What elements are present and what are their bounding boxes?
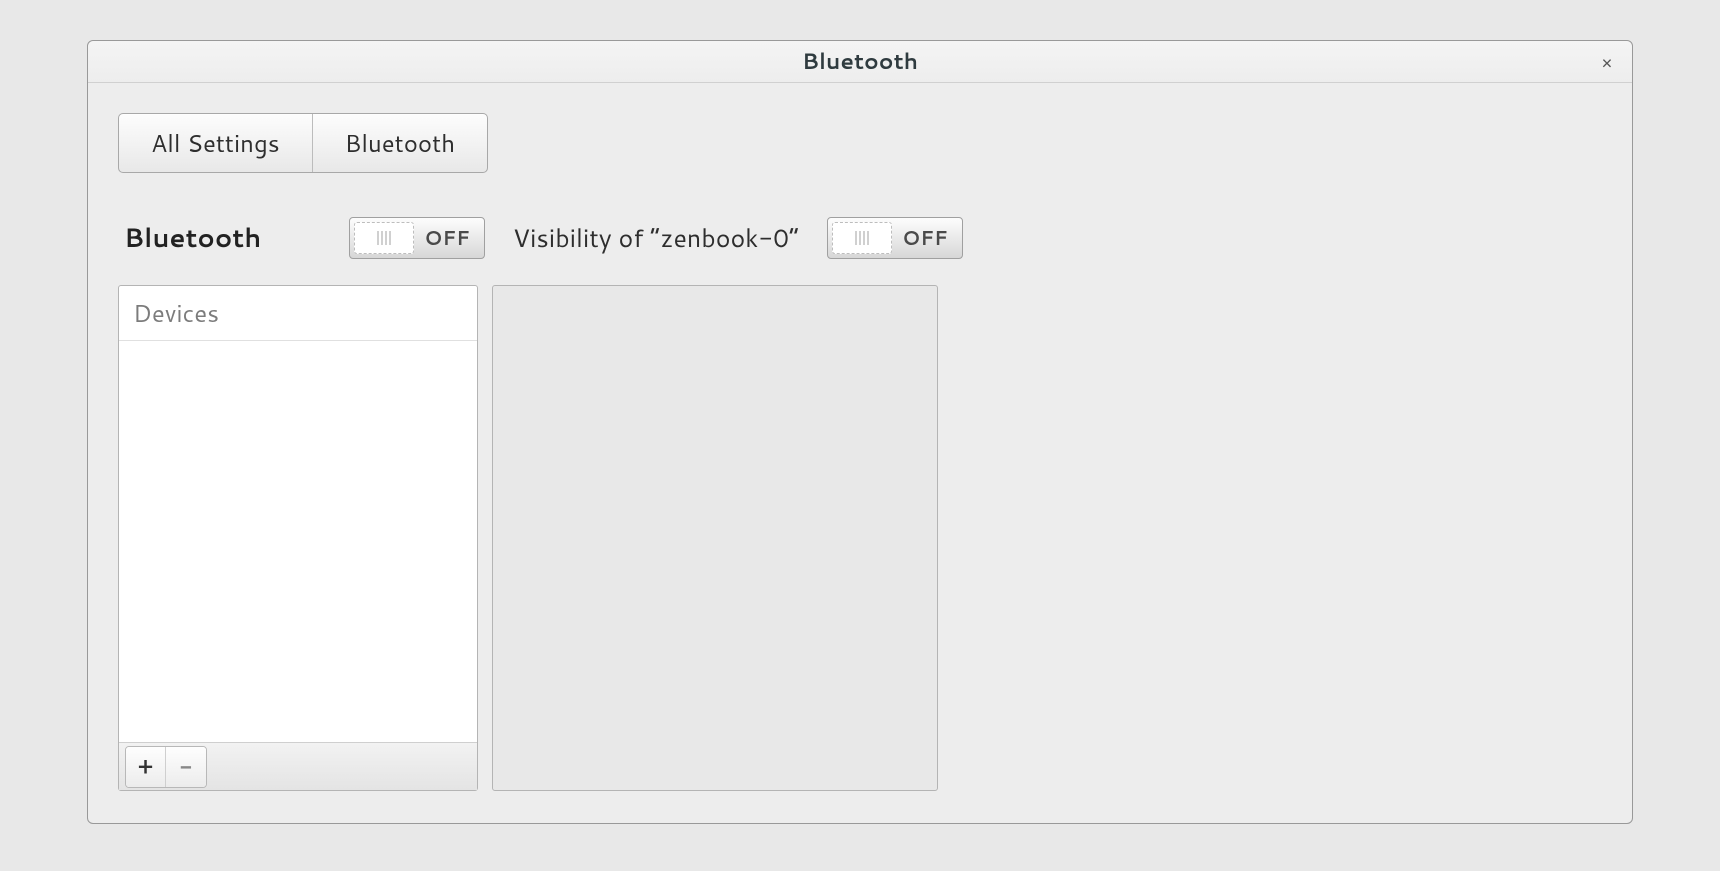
minus-icon: − [180, 751, 192, 782]
breadcrumb: All Settings Bluetooth [118, 113, 488, 173]
breadcrumb-all-settings[interactable]: All Settings [119, 114, 313, 172]
bluetooth-toggle[interactable]: OFF [349, 217, 485, 259]
controls-row: Bluetooth OFF Visibility of “zenbook-0” … [124, 217, 1602, 259]
devices-toolbar: + − [119, 742, 477, 790]
content-area: All Settings Bluetooth Bluetooth OFF Vis… [88, 83, 1632, 821]
toggle-handle-icon [832, 222, 892, 254]
bluetooth-label: Bluetooth [124, 220, 261, 256]
devices-panel: Devices + − [118, 285, 478, 791]
toggle-handle-icon [354, 222, 414, 254]
remove-device-button[interactable]: − [166, 747, 206, 787]
bluetooth-settings-window: Bluetooth × All Settings Bluetooth Bluet… [87, 40, 1633, 824]
visibility-toggle-state: OFF [896, 224, 962, 252]
panels-row: Devices + − [118, 285, 1602, 791]
breadcrumb-bluetooth[interactable]: Bluetooth [313, 114, 488, 172]
bluetooth-toggle-state: OFF [418, 224, 484, 252]
devices-list [119, 341, 477, 742]
device-detail-panel [492, 285, 938, 791]
visibility-toggle[interactable]: OFF [827, 217, 963, 259]
visibility-label: Visibility of “zenbook-0” [513, 221, 799, 256]
titlebar: Bluetooth × [88, 41, 1632, 83]
toolbar-button-group: + − [125, 746, 207, 788]
close-icon[interactable]: × [1596, 51, 1618, 73]
devices-header: Devices [119, 286, 477, 341]
plus-icon: + [138, 751, 153, 782]
add-device-button[interactable]: + [126, 747, 166, 787]
window-title: Bluetooth [802, 46, 918, 77]
